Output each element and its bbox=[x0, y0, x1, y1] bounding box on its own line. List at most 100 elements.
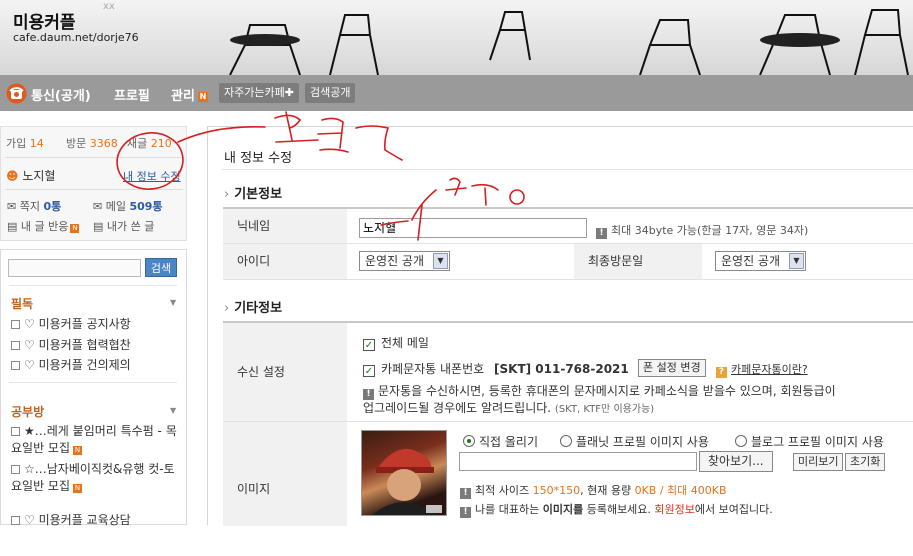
radio-icon bbox=[463, 435, 475, 447]
menu-item-admin[interactable]: 관리 N bbox=[171, 85, 208, 104]
category-study[interactable]: 공부방 bbox=[11, 403, 44, 420]
sms-notice-line-2: 업그레이드될 경우에도 알려드립니다. (SKT, KTF만 이용가능) bbox=[363, 399, 654, 416]
preview-button[interactable]: 미리보기 bbox=[793, 453, 844, 471]
board-label: ♡ 미용커플 공지사항 bbox=[24, 317, 131, 331]
user-nickname[interactable]: ☻ 노지혈 bbox=[6, 167, 55, 184]
rep-note-mid: 등록해보세요. bbox=[586, 503, 651, 516]
board-icon bbox=[11, 320, 20, 329]
triangle-down-icon[interactable]: ▼ bbox=[170, 298, 176, 307]
reset-button[interactable]: 초기화 bbox=[845, 453, 886, 471]
size-note-size: 150*150 bbox=[532, 484, 581, 497]
sms-help-link[interactable]: ? 카페문자통이란? bbox=[716, 361, 808, 378]
stat-value: 3368 bbox=[89, 137, 118, 150]
radio-label: 직접 올리기 bbox=[479, 435, 539, 449]
doc-icon: ▤ bbox=[93, 220, 104, 233]
last-visit-visibility-select[interactable]: 운영진 공개 ▼ bbox=[715, 251, 806, 271]
list-item[interactable]: ♡ 미용커플 협력협찬 bbox=[11, 337, 183, 354]
cafe-url[interactable]: cafe.daum.net/dorje76 bbox=[13, 31, 139, 44]
menu-bar: 통신(공개) 프로필 관리 N 자주가는카페✚ 검색공개 bbox=[0, 75, 913, 111]
divider bbox=[5, 157, 183, 158]
size-note: ! 최적 사이즈 150*150, 현재 용량 0KB / 최대 400KB bbox=[460, 482, 727, 499]
file-path-input[interactable] bbox=[459, 452, 697, 471]
new-badge: N bbox=[70, 224, 80, 233]
nickname-hint: ! 최대 34byte 가능(한글 17자, 영문 34자) bbox=[596, 222, 808, 239]
mail-icon: ✉ bbox=[93, 200, 103, 213]
edit-info-panel: 내 정보 수정 기본정보 닉네임 노지혈 ! 최대 34byte 가능(한글 17… bbox=[207, 126, 913, 526]
stat-joined: 가입 14 bbox=[6, 135, 44, 151]
triangle-down-icon[interactable]: ▼ bbox=[170, 406, 176, 415]
edit-my-info-link[interactable]: 내 정보 수정 bbox=[123, 168, 181, 184]
size-note-usage: 0KB / 최대 400KB bbox=[634, 484, 727, 497]
divider bbox=[9, 382, 177, 383]
radio-planet-profile[interactable]: 플래닛 프로필 이미지 사용 bbox=[560, 433, 709, 450]
user-avatar-icon: ☻ bbox=[6, 169, 19, 183]
search-button[interactable]: 검색 bbox=[145, 258, 177, 277]
category-required[interactable]: 필독 bbox=[11, 295, 33, 312]
representative-image-note: ! 나를 대표하는 이미지를 등록해보세요. 회원정보에서 보여집니다. bbox=[460, 501, 773, 518]
list-item[interactable]: ♡ 미용커플 공지사항 bbox=[11, 316, 183, 333]
phone-settings-button[interactable]: 폰 설정 변경 bbox=[638, 359, 706, 377]
stat-new-posts[interactable]: 새글 210 bbox=[127, 135, 172, 151]
board-icon bbox=[11, 516, 20, 525]
image-label: 이미지 bbox=[223, 422, 347, 526]
receive-settings-label: 수신 설정 bbox=[223, 323, 347, 421]
notes-label: 쪽지 bbox=[19, 200, 40, 213]
cafe-search-input[interactable] bbox=[8, 259, 141, 277]
board-icon bbox=[11, 465, 20, 474]
radio-label: 블로그 프로필 이미지 사용 bbox=[751, 435, 884, 449]
envelope-icon: ✉ bbox=[7, 200, 17, 213]
nickname-hint-text: 최대 34byte 가능(한글 17자, 영문 34자) bbox=[611, 224, 809, 237]
sms-carrier-note: (SKT, KTF만 이용가능) bbox=[554, 404, 655, 415]
stat-label: 새글 bbox=[127, 137, 148, 150]
favorite-cafes-button[interactable]: 자주가는카페✚ bbox=[219, 83, 299, 103]
search-public-button[interactable]: 검색공개 bbox=[305, 83, 356, 103]
radio-direct-upload[interactable]: 직접 올리기 bbox=[463, 433, 538, 450]
size-note-prefix: 최적 사이즈 bbox=[475, 484, 530, 497]
sms-help-text: 카페문자통이란? bbox=[731, 363, 808, 376]
radio-icon bbox=[735, 435, 747, 447]
new-badge: N bbox=[73, 446, 83, 455]
exclamation-icon: ! bbox=[460, 488, 471, 499]
browse-button[interactable]: 찾아보기... bbox=[699, 451, 773, 472]
menu-item-profile[interactable]: 프로필 bbox=[114, 85, 150, 104]
sms-number: [SKT] 011-768-2021 bbox=[494, 362, 629, 376]
list-item[interactable]: ☆…남자베이직컷&유행 컷-토요일반 모집 N bbox=[11, 461, 183, 495]
divider bbox=[5, 189, 183, 190]
chevron-down-icon: ▼ bbox=[789, 253, 804, 269]
cafe-title[interactable]: 미용커플 bbox=[13, 8, 76, 33]
menu-item-communication[interactable]: 통신(공개) bbox=[31, 85, 91, 104]
notes-count[interactable]: ✉ 쪽지 0통 bbox=[7, 198, 61, 214]
cafe-banner: xx 미용커플 cafe.daum.net/dorje76 bbox=[0, 0, 913, 75]
stat-value: 210 bbox=[150, 137, 172, 150]
board-label: ♡ 미용커플 협력협찬 bbox=[24, 338, 131, 352]
member-info-link[interactable]: 회원정보 bbox=[654, 503, 694, 516]
nickname-input[interactable]: 노지혈 bbox=[359, 218, 587, 238]
board-icon bbox=[11, 427, 20, 436]
stat-label: 방문 bbox=[66, 137, 87, 150]
mail-count[interactable]: ✉ 메일 509통 bbox=[93, 198, 163, 214]
id-visibility-select[interactable]: 운영진 공개 ▼ bbox=[359, 251, 450, 271]
menu-item-admin-label: 관리 bbox=[171, 89, 195, 104]
mail-value: 509통 bbox=[129, 200, 163, 213]
question-icon: ? bbox=[716, 367, 727, 378]
divider bbox=[222, 169, 913, 170]
stat-label: 가입 bbox=[6, 137, 27, 150]
mail-label: 메일 bbox=[105, 200, 126, 213]
list-item[interactable]: ★…레게 붙임머리 특수펌 - 목요일반 모집 N bbox=[11, 423, 183, 457]
list-item[interactable]: ♡ 미용커플 교육상담 bbox=[11, 512, 183, 529]
board-icon bbox=[11, 341, 20, 350]
board-label: ☆…남자베이직컷&유행 컷-토요일반 모집 bbox=[11, 462, 175, 493]
my-replies-link[interactable]: ▤ 내 글 반응 N bbox=[7, 218, 80, 234]
my-posts-link[interactable]: ▤ 내가 쓴 글 bbox=[93, 218, 154, 234]
id-visibility-value: 운영진 공개 bbox=[365, 254, 425, 268]
list-item[interactable]: ♡ 미용커플 건의제의 bbox=[11, 357, 183, 374]
checkmark-icon: ✓ bbox=[363, 339, 375, 351]
sms-checkbox[interactable]: ✓ 카페문자통 내폰번호 [SKT] 011-768-2021 bbox=[363, 360, 629, 377]
phone-icon bbox=[6, 83, 27, 104]
board-label: ♡ 미용커플 건의제의 bbox=[24, 358, 131, 372]
board-icon bbox=[11, 361, 20, 370]
all-mail-checkbox[interactable]: ✓ 전체 메일 bbox=[363, 334, 429, 351]
section-basic-info: 기본정보 bbox=[224, 183, 282, 202]
radio-blog-profile[interactable]: 블로그 프로필 이미지 사용 bbox=[735, 433, 884, 450]
stat-value: 14 bbox=[29, 137, 44, 150]
